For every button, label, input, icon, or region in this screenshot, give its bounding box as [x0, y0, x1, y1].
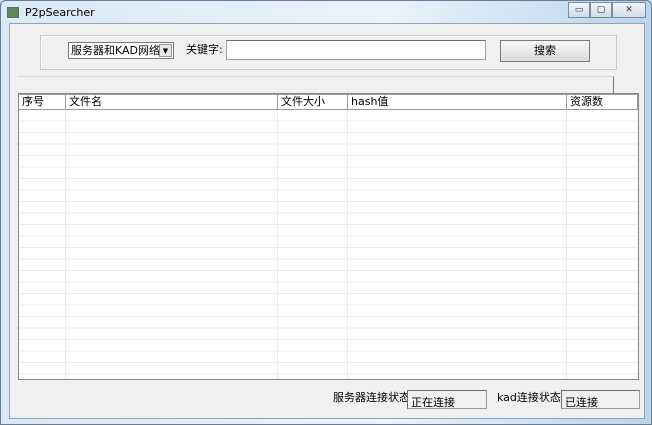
chevron-down-icon[interactable]: ▼ — [159, 44, 172, 57]
column-header-filename[interactable]: 文件名 — [66, 95, 278, 110]
client-area: 服务器和KAD网络 ▼ 关键字: 搜索 序号 文件名 文件大小 hash值 资源… — [9, 23, 645, 419]
maximize-button[interactable]: ▢ — [590, 2, 612, 18]
keyword-input[interactable] — [226, 40, 486, 60]
window-frame: P2pSearcher ▭ ▢ ✕ 服务器和KAD网络 ▼ 关键字: 搜索 序号… — [0, 0, 652, 425]
column-divider — [566, 110, 567, 379]
table-body — [19, 110, 638, 379]
kad-status-value: 已连接 — [561, 390, 640, 409]
network-select-value: 服务器和KAD网络 — [71, 44, 161, 57]
keyword-label: 关键字: — [186, 43, 223, 56]
network-select[interactable]: 服务器和KAD网络 ▼ — [68, 42, 174, 59]
server-status-label: 服务器连接状态: — [333, 391, 414, 404]
search-button[interactable]: 搜索 — [500, 40, 590, 62]
table-header: 序号 文件名 文件大小 hash值 资源数 — [19, 94, 638, 110]
close-button[interactable]: ✕ — [612, 2, 646, 18]
server-status-value: 正在连接 — [407, 390, 487, 409]
column-header-hash[interactable]: hash值 — [348, 95, 567, 110]
minimize-button[interactable]: ▭ — [568, 2, 590, 18]
column-header-filesize[interactable]: 文件大小 — [278, 95, 348, 110]
column-divider — [65, 110, 66, 379]
progress-strip — [18, 76, 614, 94]
results-table[interactable]: 序号 文件名 文件大小 hash值 资源数 — [18, 93, 639, 380]
column-divider — [347, 110, 348, 379]
kad-status-label: kad连接状态: — [497, 391, 565, 404]
column-header-sources[interactable]: 资源数 — [567, 95, 638, 110]
column-header-index[interactable]: 序号 — [19, 95, 66, 110]
column-divider — [277, 110, 278, 379]
app-icon — [7, 7, 19, 18]
window-title: P2pSearcher — [25, 6, 95, 19]
